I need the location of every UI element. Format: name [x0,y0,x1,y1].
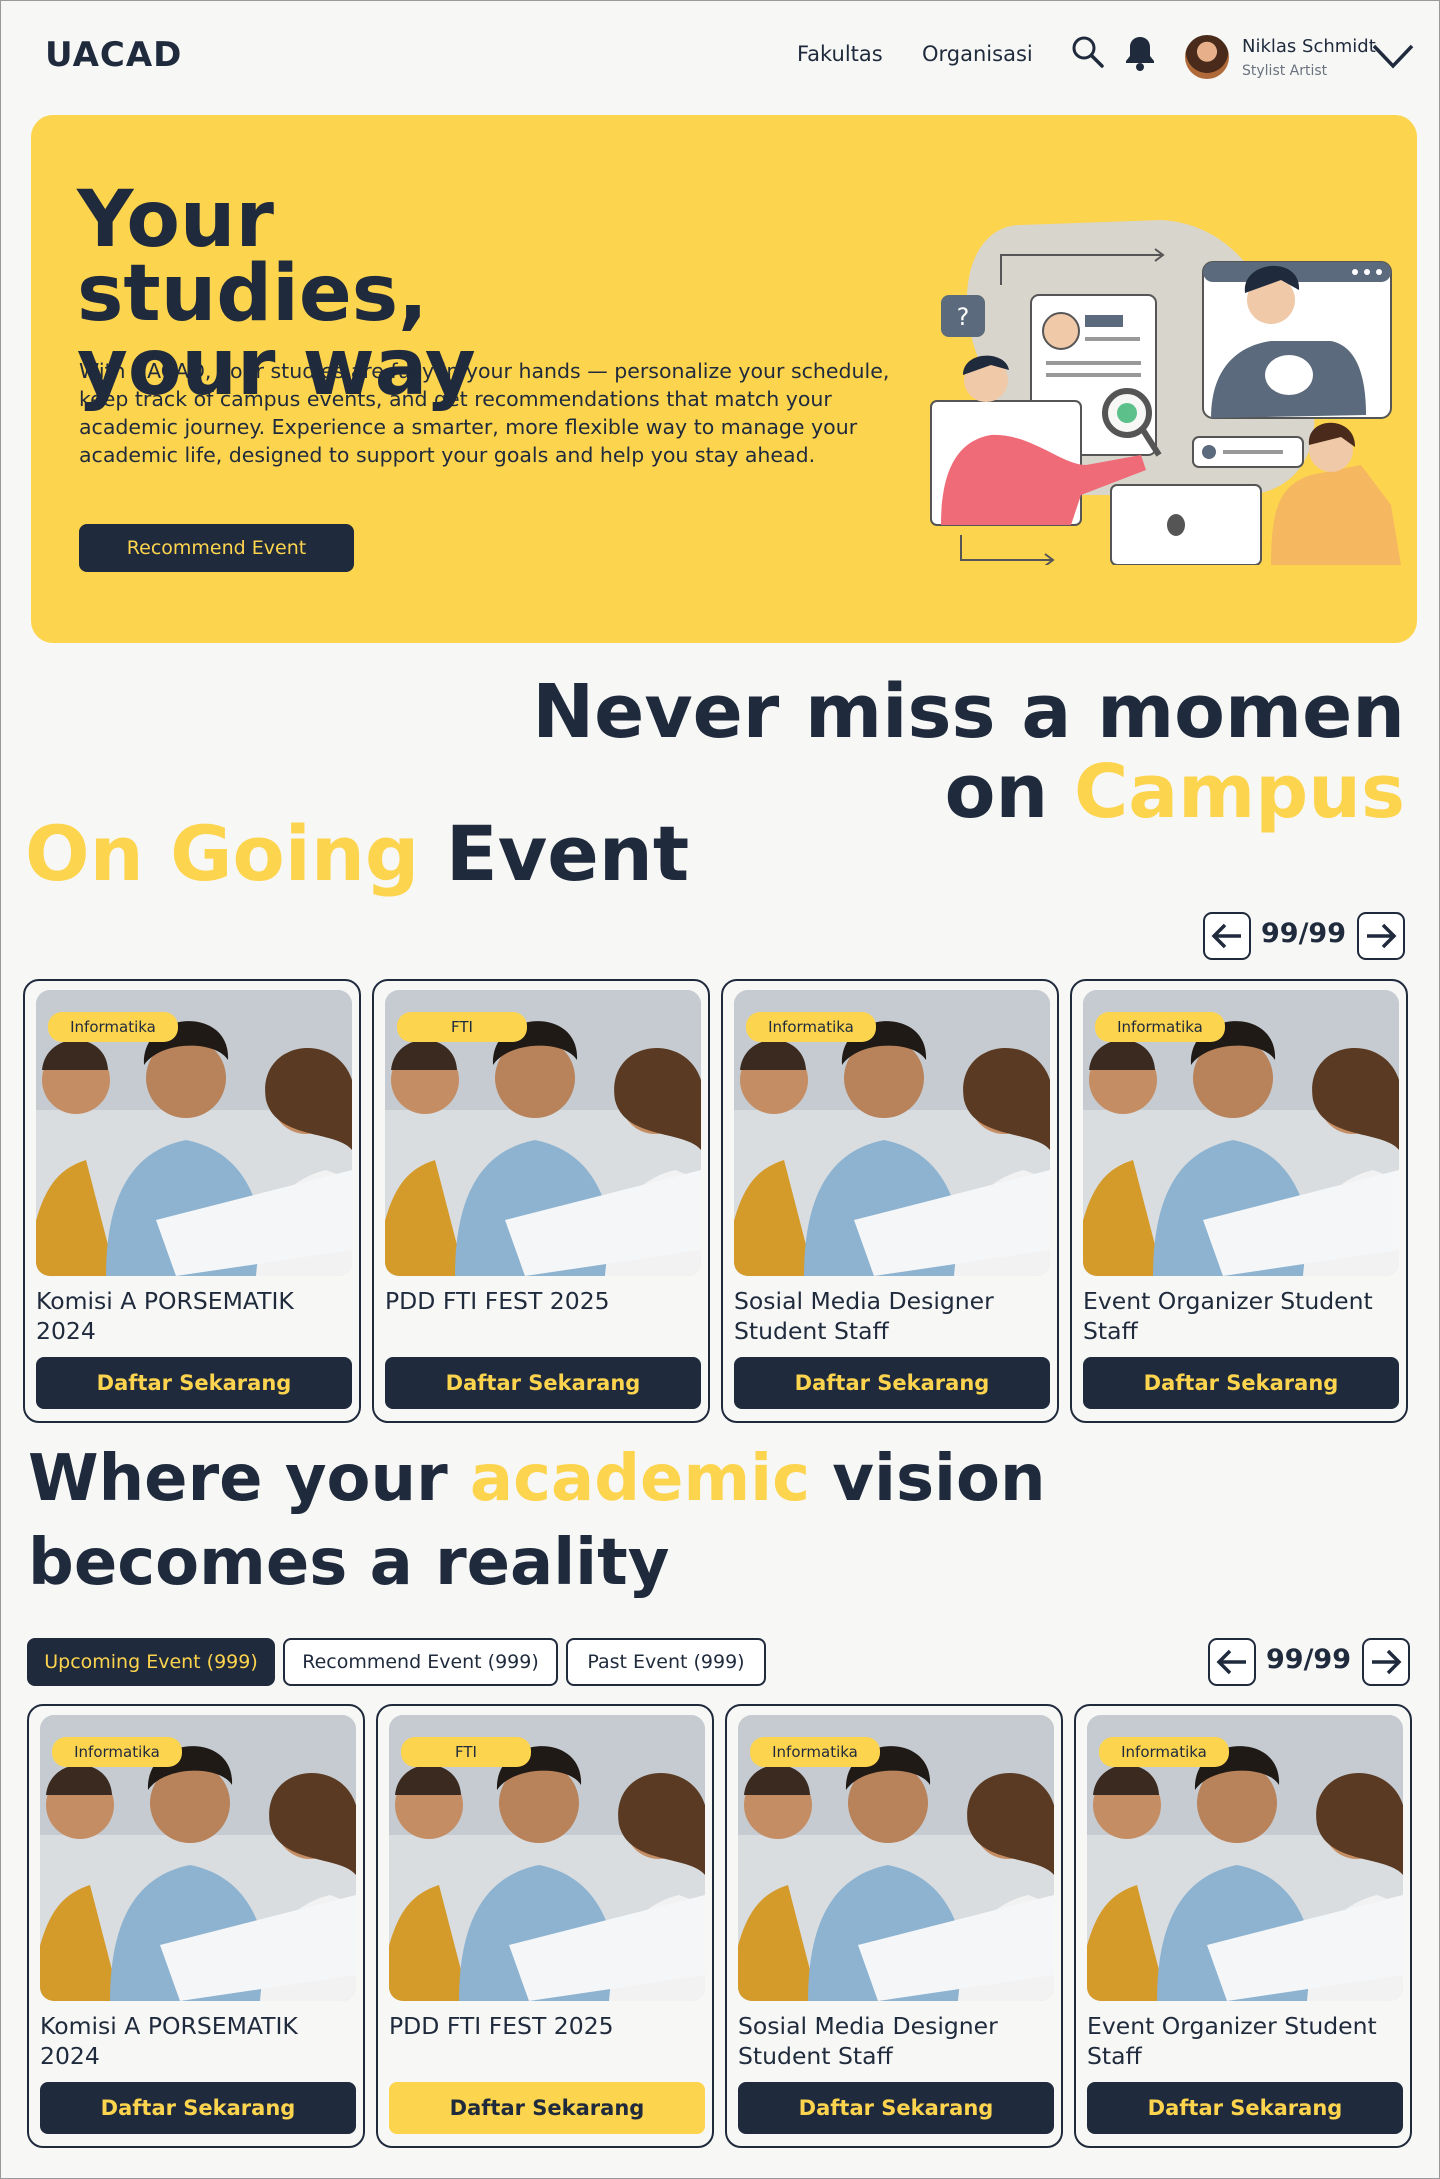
hero-illustration: ? [911,165,1401,567]
event-card[interactable]: Informatika Sosial Media Designer Studen… [725,1704,1063,2148]
page-counter: 99/99 [1266,1644,1352,1675]
user-name: Niklas Schmidt [1242,36,1376,57]
event-pager: 99/99 [1208,1638,1412,1686]
category-tag: Informatika [52,1737,182,1767]
event-photo: Informatika [1083,990,1399,1276]
event-title: Komisi A PORSEMATIK 2024 [40,2012,298,2070]
event-photo: Informatika [1087,1715,1403,2001]
event-card[interactable]: Informatika Komisi A PORSEMATIK 2024 Daf… [23,979,361,1423]
bell-icon[interactable] [1123,34,1157,76]
event-photo: Informatika [40,1715,356,2001]
academic-vision-headline: Where your academic vision becomes a rea… [28,1442,1046,1600]
page-counter: 99/99 [1261,918,1347,949]
register-button[interactable]: Daftar Sekarang [389,2082,705,2134]
search-icon[interactable] [1071,35,1105,73]
register-button[interactable]: Daftar Sekarang [1087,2082,1403,2134]
event-title: Event Organizer Student Staff [1083,1287,1373,1345]
hero-description: With UACAD, your studies are fully in yo… [79,359,890,467]
category-tag: FTI [397,1012,527,1042]
event-title: Komisi A PORSEMATIK 2024 [36,1287,294,1345]
register-button[interactable]: Daftar Sekarang [385,1357,701,1409]
category-tag: Informatika [1095,1012,1225,1042]
ongoing-event-title: On Going Event [25,809,690,898]
register-button[interactable]: Daftar Sekarang [738,2082,1054,2134]
question-mark-icon: ? [957,303,970,331]
tab-recommend-event[interactable]: Recommend Event (999) [283,1638,558,1686]
event-card[interactable]: FTI PDD FTI FEST 2025 Daftar Sekarang [376,1704,714,2148]
recommend-event-button[interactable]: Recommend Event [79,524,354,572]
event-card[interactable]: Informatika Event Organizer Student Staf… [1074,1704,1412,2148]
next-arrow-button[interactable] [1362,1638,1410,1686]
category-tag: Informatika [746,1012,876,1042]
section-headline: Never miss a momen on Campus [532,669,1405,835]
register-button[interactable]: Daftar Sekarang [734,1357,1050,1409]
chevron-down-icon[interactable] [1371,41,1415,75]
prev-arrow-button[interactable] [1203,912,1251,960]
category-tag: FTI [401,1737,531,1767]
nav-link-organisasi[interactable]: Organisasi [922,42,1033,66]
event-card[interactable]: Informatika Event Organizer Student Staf… [1070,979,1408,1423]
category-tag: Informatika [1099,1737,1229,1767]
event-title: Event Organizer Student Staff [1087,2012,1377,2070]
event-title: Sosial Media Designer Student Staff [734,1287,994,1345]
event-card[interactable]: Informatika Sosial Media Designer Studen… [721,979,1059,1423]
tab-upcoming-event[interactable]: Upcoming Event (999) [27,1638,275,1686]
hero-banner: Your studies, your way With UACAD, your s… [31,115,1417,643]
event-photo: FTI [385,990,701,1276]
event-card[interactable]: Informatika Komisi A PORSEMATIK 2024 Daf… [27,1704,365,2148]
category-tag: Informatika [750,1737,880,1767]
event-photo: Informatika [734,990,1050,1276]
category-tag: Informatika [48,1012,178,1042]
event-card[interactable]: FTI PDD FTI FEST 2025 Daftar Sekarang [372,979,710,1423]
register-button[interactable]: Daftar Sekarang [36,1357,352,1409]
user-role: Stylist Artist [1242,63,1328,79]
event-title: PDD FTI FEST 2025 [389,2012,614,2040]
logo[interactable]: UACAD [45,35,182,75]
avatar[interactable] [1185,35,1229,79]
nav-link-fakultas[interactable]: Fakultas [797,42,883,66]
top-navbar: UACAD Fakultas Organisasi Niklas Schmidt… [1,1,1440,111]
register-button[interactable]: Daftar Sekarang [40,2082,356,2134]
register-button[interactable]: Daftar Sekarang [1083,1357,1399,1409]
event-title: Sosial Media Designer Student Staff [738,2012,998,2070]
event-photo: Informatika [738,1715,1054,2001]
ongoing-pager: 99/99 [1203,912,1407,960]
event-title: PDD FTI FEST 2025 [385,1287,610,1315]
event-photo: Informatika [36,990,352,1276]
next-arrow-button[interactable] [1357,912,1405,960]
tab-past-event[interactable]: Past Event (999) [566,1638,766,1686]
prev-arrow-button[interactable] [1208,1638,1256,1686]
event-photo: FTI [389,1715,705,2001]
